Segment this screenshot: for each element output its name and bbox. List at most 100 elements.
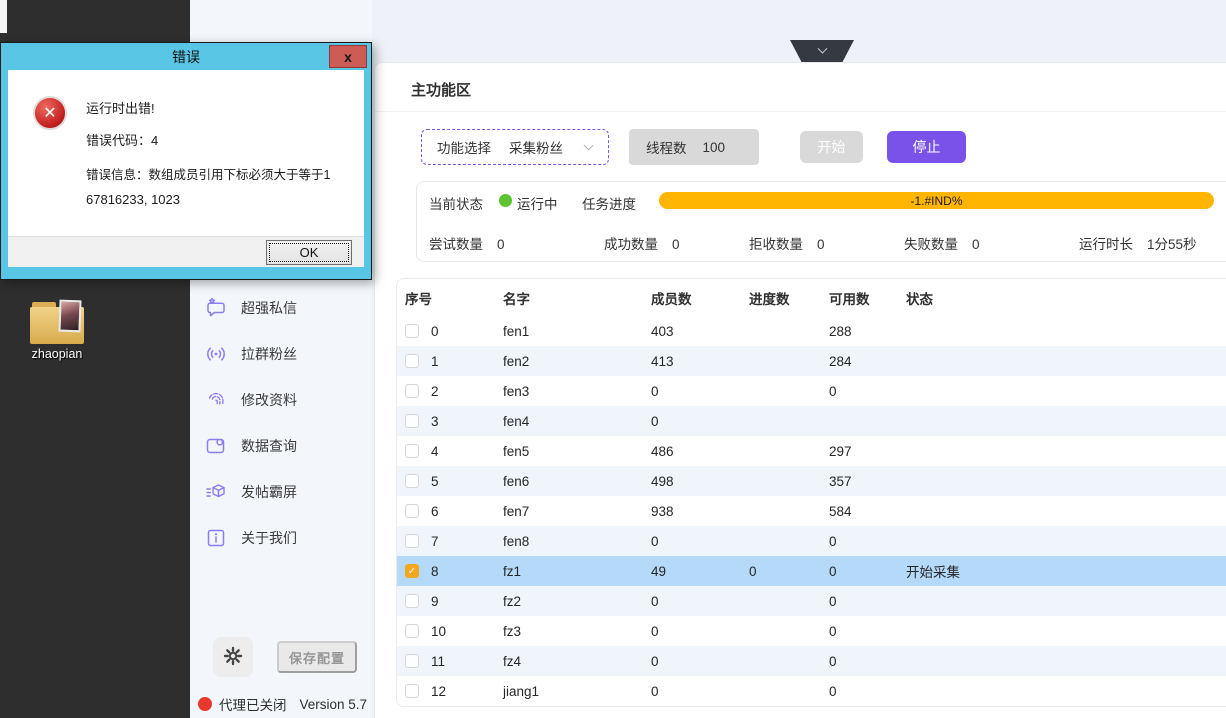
row-checkbox[interactable]: ✓ <box>405 564 419 578</box>
cell-members: 498 <box>651 474 749 489</box>
table-row[interactable]: 0fen1403288 <box>397 316 1226 346</box>
progress-bar: -1.#IND% <box>659 192 1214 209</box>
cell-available: 584 <box>829 504 906 519</box>
photo-folder[interactable]: zhaopian <box>16 300 98 361</box>
stat-0: 尝试数量 0 <box>429 233 505 253</box>
cell-index: 6 <box>431 504 503 519</box>
error-dialog: 错误 x ✕ 运行时出错! 错误代码：4 错误信息：数组成员引用下标必须大于等于… <box>0 42 372 280</box>
folder-label: zhaopian <box>16 347 98 361</box>
stat-label: 失败数量 <box>904 237 958 252</box>
stat-label: 尝试数量 <box>429 237 483 252</box>
cell-index: 5 <box>431 474 503 489</box>
close-icon: x <box>344 49 352 65</box>
table-row[interactable]: 10fz300 <box>397 616 1226 646</box>
table-row[interactable]: 12jiang100 <box>397 676 1226 706</box>
error-line-1: 运行时出错! <box>86 98 155 117</box>
row-checkbox[interactable] <box>405 504 419 518</box>
info-icon <box>205 527 227 549</box>
row-checkbox[interactable] <box>405 654 419 668</box>
column-header-3: 进度数 <box>749 288 829 308</box>
sidebar-item-5[interactable]: 关于我们 <box>190 515 372 561</box>
task-progress-label: 任务进度 <box>582 193 636 213</box>
sidebar-item-label: 拉群粉丝 <box>241 344 297 364</box>
cell-available: 0 <box>829 384 906 399</box>
thread-count-value: 100 <box>703 140 726 155</box>
stat-label: 拒收数量 <box>749 237 803 252</box>
stop-button[interactable]: 停止 <box>887 131 966 163</box>
photo-thumbnail <box>58 300 81 333</box>
error-line-3: 错误信息：数组成员引用下标必须大于等于1 <box>86 164 330 183</box>
row-checkbox[interactable] <box>405 384 419 398</box>
row-checkbox[interactable] <box>405 624 419 638</box>
row-checkbox[interactable] <box>405 414 419 428</box>
gear-icon <box>222 645 244 670</box>
row-checkbox[interactable] <box>405 534 419 548</box>
cell-status: 开始采集 <box>906 561 1226 581</box>
sidebar-item-2[interactable]: 修改资料 <box>190 377 372 423</box>
row-checkbox[interactable] <box>405 444 419 458</box>
divider <box>375 111 1226 112</box>
row-checkbox[interactable] <box>405 324 419 338</box>
stat-label: 运行时长 <box>1079 237 1133 252</box>
table-row[interactable]: 4fen5486297 <box>397 436 1226 466</box>
row-checkbox[interactable] <box>405 474 419 488</box>
table-header: 序号名字成员数进度数可用数状态 <box>397 279 1226 316</box>
error-line-4: 67816233, 1023 <box>86 192 180 207</box>
column-header-2: 成员数 <box>651 288 749 308</box>
cell-index: 2 <box>431 384 503 399</box>
cell-name: fz2 <box>503 594 651 609</box>
id-card-icon <box>205 435 227 457</box>
cell-available: 0 <box>829 594 906 609</box>
row-checkbox[interactable] <box>405 354 419 368</box>
cell-name: fen4 <box>503 414 651 429</box>
settings-gear-button[interactable] <box>213 637 253 677</box>
thread-count-field[interactable]: 线程数 100 <box>629 129 759 165</box>
cell-name: fz4 <box>503 654 651 669</box>
column-header-0: 序号 <box>405 288 503 308</box>
close-button[interactable]: x <box>329 45 367 68</box>
cell-name: fen2 <box>503 354 651 369</box>
function-select[interactable]: 功能选择 采集粉丝 <box>421 129 609 165</box>
table-row[interactable]: 7fen800 <box>397 526 1226 556</box>
sidebar-item-4[interactable]: 发帖霸屏 <box>190 469 372 515</box>
stat-4: 运行时长 1分55秒 <box>1079 233 1197 253</box>
table-row[interactable]: ✓8fz14900开始采集 <box>397 556 1226 586</box>
table-row[interactable]: 2fen300 <box>397 376 1226 406</box>
progress-text: -1.#IND% <box>910 194 962 208</box>
cell-index: 9 <box>431 594 503 609</box>
cell-name: fz3 <box>503 624 651 639</box>
stats-row: 尝试数量0成功数量0拒收数量0失败数量0运行时长1分55秒 <box>417 231 1226 251</box>
stat-value: 1分55秒 <box>1147 237 1197 252</box>
table-row[interactable]: 11fz400 <box>397 646 1226 676</box>
cube-icon <box>205 481 227 503</box>
stat-2: 拒收数量0 <box>749 233 825 253</box>
table-row[interactable]: 6fen7938584 <box>397 496 1226 526</box>
cell-name: jiang1 <box>503 684 651 699</box>
save-config-button[interactable]: 保存配置 <box>277 641 357 673</box>
row-checkbox[interactable] <box>405 684 419 698</box>
ok-button[interactable]: OK <box>266 240 352 265</box>
cell-members: 0 <box>651 684 749 699</box>
sidebar-item-3[interactable]: 数据查询 <box>190 423 372 469</box>
cell-name: fen8 <box>503 534 651 549</box>
table-row[interactable]: 5fen6498357 <box>397 466 1226 496</box>
proxy-status-label: 代理已关闭 <box>219 694 287 714</box>
table-row[interactable]: 3fen40 <box>397 406 1226 436</box>
function-select-value: 采集粉丝 <box>509 137 563 157</box>
cell-available: 0 <box>829 534 906 549</box>
sidebar-item-0[interactable]: 超强私信 <box>190 285 372 331</box>
proxy-status: 代理已关闭 Version 5.7 <box>198 694 367 714</box>
cell-index: 0 <box>431 324 503 339</box>
cell-members: 403 <box>651 324 749 339</box>
cell-members: 0 <box>651 414 749 429</box>
cell-available: 357 <box>829 474 906 489</box>
chat-star-icon <box>205 297 227 319</box>
table-row[interactable]: 1fen2413284 <box>397 346 1226 376</box>
row-checkbox[interactable] <box>405 594 419 608</box>
sidebar-item-1[interactable]: 拉群粉丝 <box>190 331 372 377</box>
current-status-value: 运行中 <box>517 193 558 213</box>
cell-available: 0 <box>829 564 906 579</box>
table-row[interactable]: 9fz200 <box>397 586 1226 616</box>
stat-value: 0 <box>497 237 505 252</box>
start-button[interactable]: 开始 <box>800 131 863 163</box>
